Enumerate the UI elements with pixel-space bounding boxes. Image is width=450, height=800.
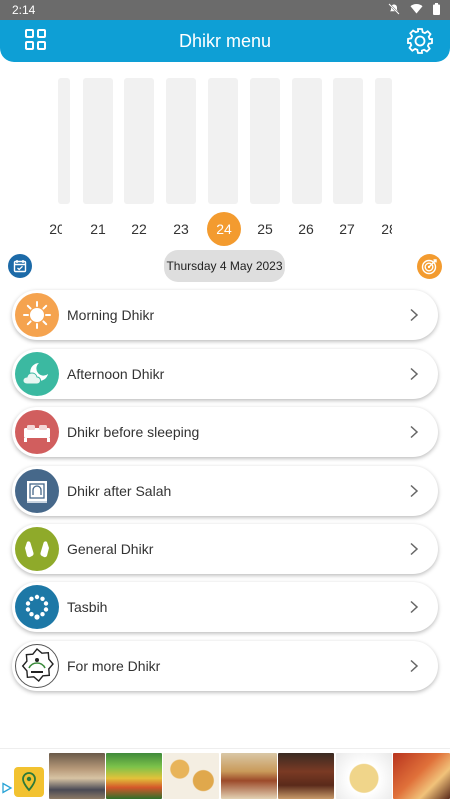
day-bar[interactable] [166, 78, 196, 204]
day-24-selected[interactable]: 24 [207, 212, 241, 246]
list-item-label: Morning Dhikr [67, 307, 155, 323]
day-25[interactable]: 25 [248, 212, 282, 246]
chevron-right-icon [402, 362, 426, 386]
day-progress-bars [0, 78, 450, 204]
list-item-tasbih[interactable]: Tasbih [12, 582, 438, 632]
status-icons [388, 2, 440, 18]
current-date-label: Thursday 4 May 2023 [166, 259, 283, 273]
grid-icon-cell [25, 41, 34, 50]
ad-image-pasta[interactable] [336, 753, 392, 799]
day-27[interactable]: 27 [330, 212, 364, 246]
list-item-label: For more Dhikr [67, 658, 161, 674]
app-bar: Dhikr menu [0, 20, 450, 62]
gear-icon [407, 28, 433, 54]
day-bar[interactable] [333, 78, 363, 204]
chevron-right-icon [402, 479, 426, 503]
day-clip-right: 28 [372, 212, 392, 246]
moon-cloud-icon [15, 352, 59, 396]
list-item-label: Dhikr after Salah [67, 483, 172, 499]
ad-image-pizza[interactable] [393, 753, 450, 799]
list-item-label: General Dhikr [67, 541, 154, 557]
day-22[interactable]: 22 [122, 212, 156, 246]
chevron-right-icon [402, 420, 426, 444]
chevron-right-icon [402, 537, 426, 561]
chevron-right-icon [402, 303, 426, 327]
status-bar: 2:14 [0, 0, 450, 20]
day-selector: 20 21 22 23 24 25 26 27 28 [0, 212, 450, 246]
day-20[interactable]: 20 [40, 212, 62, 246]
page-title: Dhikr menu [178, 30, 272, 51]
chevron-right-icon [402, 654, 426, 678]
sun-icon [15, 293, 59, 337]
location-pin-icon[interactable] [14, 767, 44, 797]
ad-choices-icon[interactable] [1, 782, 13, 794]
mute-icon [388, 2, 400, 18]
day-23[interactable]: 23 [164, 212, 198, 246]
chevron-right-icon [402, 595, 426, 619]
prayer-mat-icon [15, 469, 59, 513]
grid-menu-button[interactable] [25, 29, 49, 53]
list-item-for-more-dhikr[interactable]: For more Dhikr [12, 641, 438, 691]
ad-image-grocery-aisle[interactable] [49, 753, 105, 799]
grid-icon-cell [37, 29, 46, 38]
target-icon [421, 259, 437, 275]
ad-image-cookies[interactable] [163, 753, 219, 799]
day-bar[interactable] [375, 78, 392, 204]
list-item-general-dhikr[interactable]: General Dhikr [12, 524, 438, 574]
battery-icon [433, 2, 440, 18]
day-bar[interactable] [83, 78, 113, 204]
grid-icon [25, 29, 34, 38]
ad-image-grill[interactable] [278, 753, 334, 799]
day-bar[interactable] [124, 78, 154, 204]
wifi-icon [410, 3, 423, 17]
calendar-button[interactable] [8, 254, 32, 278]
day-28[interactable]: 28 [372, 212, 392, 246]
settings-button[interactable] [406, 27, 434, 55]
day-21[interactable]: 21 [81, 212, 115, 246]
current-date-pill[interactable]: Thursday 4 May 2023 [164, 250, 285, 282]
list-item-morning-dhikr[interactable]: Morning Dhikr [12, 290, 438, 340]
grid-icon-cell [37, 41, 46, 50]
day-clip-left: 20 [0, 212, 62, 246]
list-item-dhikr-before-sleeping[interactable]: Dhikr before sleeping [12, 407, 438, 457]
day-bar[interactable] [292, 78, 322, 204]
praying-hands-icon [15, 527, 59, 571]
dhikr-logo-icon [15, 644, 59, 688]
prayer-beads-icon [15, 585, 59, 629]
ad-image-produce[interactable] [106, 753, 162, 799]
list-item-dhikr-after-salah[interactable]: Dhikr after Salah [12, 466, 438, 516]
ad-image-sandwich[interactable] [221, 753, 277, 799]
day-26[interactable]: 26 [289, 212, 323, 246]
status-time: 2:14 [12, 3, 36, 17]
list-item-label: Dhikr before sleeping [67, 424, 200, 440]
ad-banner[interactable] [0, 748, 450, 800]
list-item-afternoon-dhikr[interactable]: Afternoon Dhikr [12, 349, 438, 399]
list-item-label: Tasbih [67, 599, 108, 615]
bed-icon [15, 410, 59, 454]
target-button[interactable] [417, 254, 442, 279]
list-item-label: Afternoon Dhikr [67, 366, 165, 382]
day-bar[interactable] [58, 78, 70, 204]
calendar-icon [13, 260, 27, 273]
day-bar[interactable] [250, 78, 280, 204]
day-bar[interactable] [208, 78, 238, 204]
